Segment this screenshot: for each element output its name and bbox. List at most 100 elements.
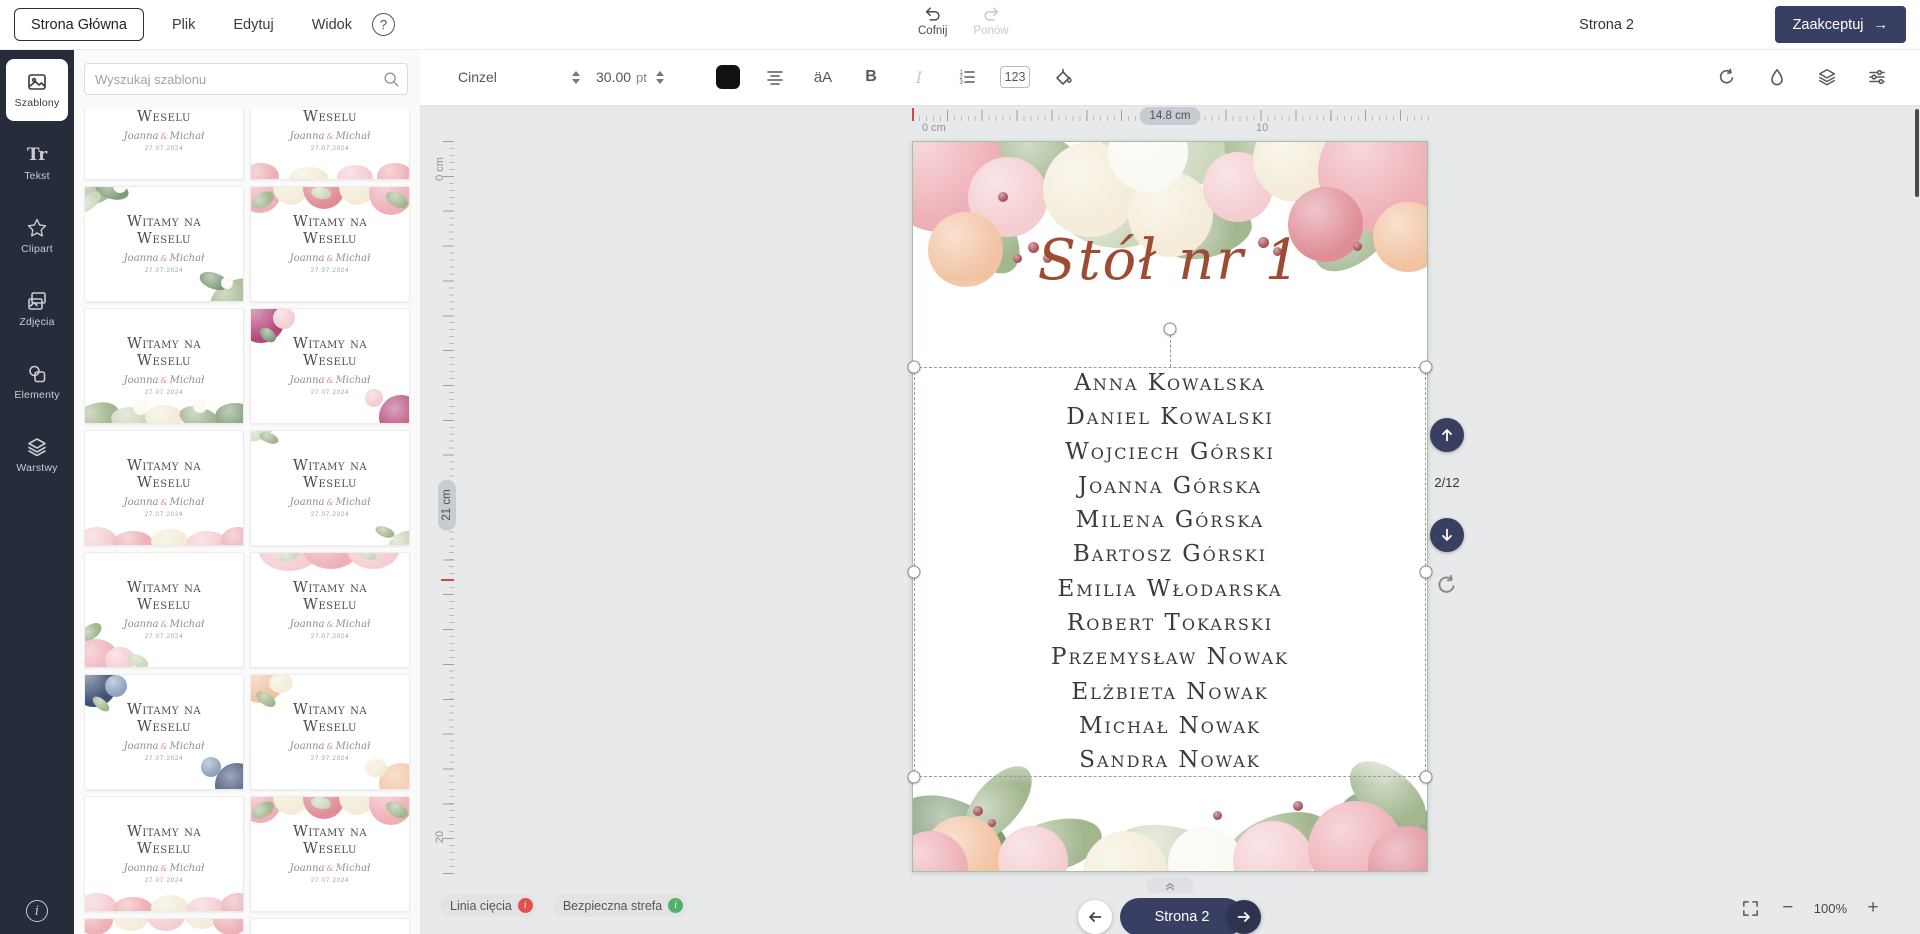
arrow-right-icon: [1235, 908, 1253, 926]
template-card[interactable]: Witamy na WeseluJoanna&Michał27.07.2024: [250, 109, 410, 180]
table-title[interactable]: Stół nr 1: [913, 228, 1427, 293]
floral-blob: [151, 529, 189, 546]
sidebar-item-tekst[interactable]: TrTekst: [6, 132, 68, 194]
menu-item-plik[interactable]: Plik: [172, 17, 195, 33]
scrollbar-thumb[interactable]: [1915, 109, 1919, 197]
template-card[interactable]: Witamy na WeseluJoanna&Michał27.07.2024: [84, 552, 244, 668]
sidebar-item-elementy[interactable]: Elementy: [6, 351, 68, 413]
fullscreen-button[interactable]: [1740, 897, 1762, 919]
floral-blob: [269, 674, 293, 693]
stepper-arrows-icon: [572, 71, 580, 84]
template-card[interactable]: Witamy na WeseluJoanna&Michał27.07.2024: [250, 674, 410, 790]
template-card[interactable]: Witamy na WeseluJoanna&Michał27.07.2024: [84, 674, 244, 790]
template-date: 27.07.2024: [311, 755, 350, 762]
zoom-in-button[interactable]: +: [1862, 897, 1884, 919]
search-icon[interactable]: [382, 70, 400, 88]
font-family-select[interactable]: Cinzel: [452, 61, 586, 93]
floral-blob: [113, 897, 153, 912]
floral-blob: [151, 895, 189, 912]
numbering-button[interactable]: 123: [1000, 66, 1030, 88]
adjustments-button[interactable]: [1858, 58, 1896, 96]
template-card[interactable]: Witamy na WeseluJoanna&Michał27.07.2024: [84, 186, 244, 302]
font-size-value: 30.00: [596, 69, 631, 85]
floral-blob: [221, 277, 233, 289]
sidebar-item-warstwy[interactable]: Warstwy: [6, 424, 68, 486]
toggle-linia-cięcia[interactable]: Linia cięciai: [440, 894, 537, 917]
template-card[interactable]: Witamy na WeseluJoanna&Michał27.07.2024: [84, 109, 244, 180]
bold-button[interactable]: B: [852, 58, 890, 96]
current-page-label: Strona 2: [1579, 0, 1634, 49]
floral-blob: [273, 308, 295, 329]
template-title: Witamy na Weselu: [278, 336, 382, 371]
page-pill[interactable]: Strona 2: [1120, 898, 1244, 934]
position-indicator: 2/12: [1424, 475, 1470, 490]
floral-blob: [1213, 811, 1222, 820]
ampersand: &: [325, 742, 336, 751]
floral-blob: [988, 819, 996, 827]
template-groom-name: Michał: [170, 131, 205, 142]
template-card[interactable]: Witamy na WeseluJoanna&Michał27.07.2024: [250, 186, 410, 302]
fill-color-button[interactable]: [1044, 58, 1082, 96]
undo-button[interactable]: Cofnij: [918, 4, 947, 37]
topbar: Strona Główna Plik Edytuj Widok ? Cofnij P…: [0, 0, 1920, 50]
guest-name: Daniel Kowalski: [913, 400, 1427, 434]
shadow-button[interactable]: [1758, 58, 1796, 96]
layers-button[interactable]: [1808, 58, 1846, 96]
move-down-button[interactable]: [1430, 518, 1464, 552]
design-card[interactable]: Stół nr 1 Anna KowalskaDaniel KowalskiWo…: [912, 141, 1428, 872]
template-title: Witamy na Weselu: [278, 824, 382, 859]
font-size-stepper[interactable]: 30.00 pt: [596, 61, 700, 93]
move-up-button[interactable]: [1430, 418, 1464, 452]
sidebar-item-szablony[interactable]: Szablony: [6, 59, 68, 121]
font-size-unit: pt: [636, 70, 647, 85]
collapse-tab[interactable]: [1147, 877, 1193, 893]
template-card[interactable]: Witamy na WeseluJoanna&Michał27.07.2024: [250, 796, 410, 912]
template-groom-name: Michał: [170, 375, 205, 386]
floral-blob: [193, 399, 207, 413]
sidebar-item-clipart[interactable]: Clipart: [6, 205, 68, 267]
template-title: Witamy na Weselu: [112, 109, 216, 126]
template-card[interactable]: Witamy na WeseluJoanna&Michał27.07.2024: [84, 918, 244, 934]
template-card[interactable]: Witamy na WeseluJoanna&Michał27.07.2024: [84, 430, 244, 546]
template-date: 27.07.2024: [145, 877, 184, 884]
rotate-element-button[interactable]: [1435, 573, 1459, 597]
sidebar-nav: Szablony TrTekst Clipart Zdjęcia Elementy War…: [0, 49, 74, 486]
prev-page-button[interactable]: [1078, 900, 1112, 934]
refresh-button[interactable]: [1708, 58, 1746, 96]
template-card[interactable]: Witamy na WeseluJoanna&Michał27.07.2024: [250, 918, 410, 934]
search-input[interactable]: [84, 63, 408, 95]
home-button[interactable]: Strona Główna: [14, 8, 144, 41]
template-list-viewport[interactable]: Witamy na WeseluJoanna&Michał27.07.2024W…: [84, 109, 412, 934]
text-color-swatch[interactable]: [716, 65, 740, 89]
arrow-down-icon: [1438, 526, 1456, 544]
template-card[interactable]: Witamy na WeseluJoanna&Michał27.07.2024: [250, 308, 410, 424]
guest-names-list[interactable]: Anna KowalskaDaniel KowalskiWojciech Gór…: [913, 366, 1427, 778]
help-button[interactable]: ?: [372, 13, 395, 36]
sidebar-item-zdjęcia[interactable]: Zdjęcia: [6, 278, 68, 340]
template-card[interactable]: Witamy na WeseluJoanna&Michał27.07.2024: [250, 552, 410, 668]
template-card[interactable]: Witamy na WeseluJoanna&Michał27.07.2024: [250, 430, 410, 546]
redo-button[interactable]: Ponów: [973, 4, 1008, 37]
menu-item-widok[interactable]: Widok: [312, 17, 352, 33]
canvas-area[interactable]: 0 cm 10 14.8 cm 0 cm 20 21 cm Stół nr 1 …: [420, 105, 1920, 934]
template-groom-name: Michał: [336, 131, 371, 142]
accept-button[interactable]: Zaakceptuj →: [1775, 6, 1906, 43]
template-names: Joanna&Michał: [290, 741, 371, 752]
letter-case-button[interactable]: äA: [804, 58, 842, 96]
ordered-list-button[interactable]: 123: [948, 58, 986, 96]
template-card[interactable]: Witamy na WeseluJoanna&Michał27.07.2024: [84, 796, 244, 912]
zoom-out-button[interactable]: −: [1777, 897, 1799, 919]
template-names: Joanna&Michał: [124, 863, 205, 874]
template-card[interactable]: Witamy na WeseluJoanna&Michał27.07.2024: [84, 308, 244, 424]
floral-blob: [365, 759, 387, 777]
info-button[interactable]: i: [26, 900, 48, 922]
next-page-button[interactable]: [1227, 900, 1261, 934]
toggle-bezpieczna-strefa[interactable]: Bezpieczna strefai: [553, 894, 687, 917]
ruler-cursor-marker-v: [441, 579, 454, 581]
rotate-icon: [1435, 585, 1459, 600]
menu-item-edytuj[interactable]: Edytuj: [233, 17, 273, 33]
align-center-button[interactable]: [756, 58, 794, 96]
italic-button[interactable]: I: [900, 58, 938, 96]
template-bride-name: Joanna: [290, 741, 325, 752]
template-date: 27.07.2024: [145, 633, 184, 640]
